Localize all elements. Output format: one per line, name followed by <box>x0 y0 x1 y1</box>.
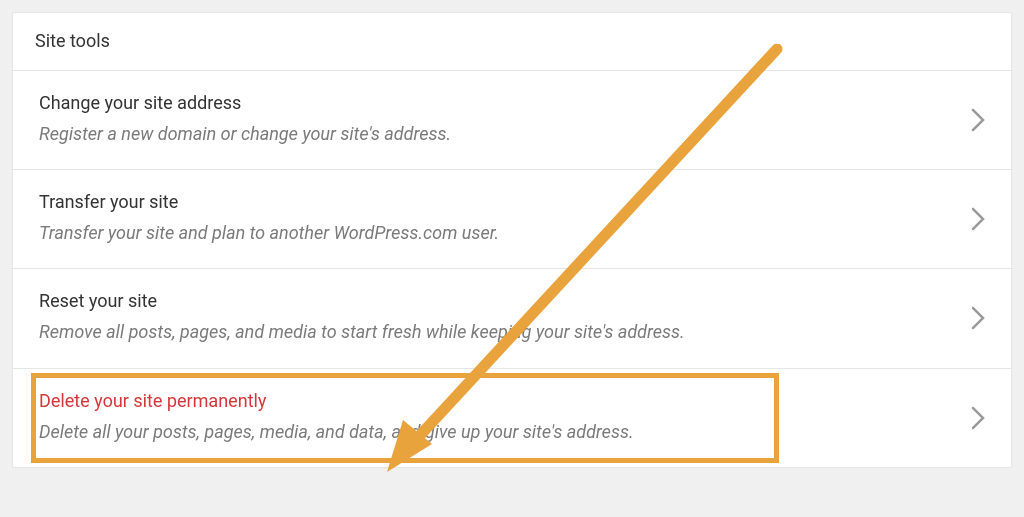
list-item-change-address[interactable]: Change your site address Register a new … <box>13 71 1011 170</box>
chevron-right-icon <box>971 306 985 330</box>
item-text: Change your site address Register a new … <box>39 93 955 147</box>
site-tools-panel: Site tools Change your site address Regi… <box>12 12 1012 468</box>
item-description: Register a new domain or change your sit… <box>39 122 955 147</box>
item-title: Transfer your site <box>39 192 955 213</box>
item-text: Delete your site permanently Delete all … <box>39 391 955 445</box>
list-item-transfer-site[interactable]: Transfer your site Transfer your site an… <box>13 170 1011 269</box>
item-description: Remove all posts, pages, and media to st… <box>39 320 955 345</box>
panel-title: Site tools <box>35 31 989 52</box>
item-description: Transfer your site and plan to another W… <box>39 221 955 246</box>
panel-header: Site tools <box>13 13 1011 71</box>
list-item-delete-site[interactable]: Delete your site permanently Delete all … <box>13 369 1011 467</box>
chevron-right-icon <box>971 207 985 231</box>
item-title: Change your site address <box>39 93 955 114</box>
item-title: Reset your site <box>39 291 955 312</box>
chevron-right-icon <box>971 108 985 132</box>
item-text: Reset your site Remove all posts, pages,… <box>39 291 955 345</box>
chevron-right-icon <box>971 406 985 430</box>
item-text: Transfer your site Transfer your site an… <box>39 192 955 246</box>
list-item-reset-site[interactable]: Reset your site Remove all posts, pages,… <box>13 269 1011 368</box>
item-title: Delete your site permanently <box>39 391 955 412</box>
item-description: Delete all your posts, pages, media, and… <box>39 420 955 445</box>
